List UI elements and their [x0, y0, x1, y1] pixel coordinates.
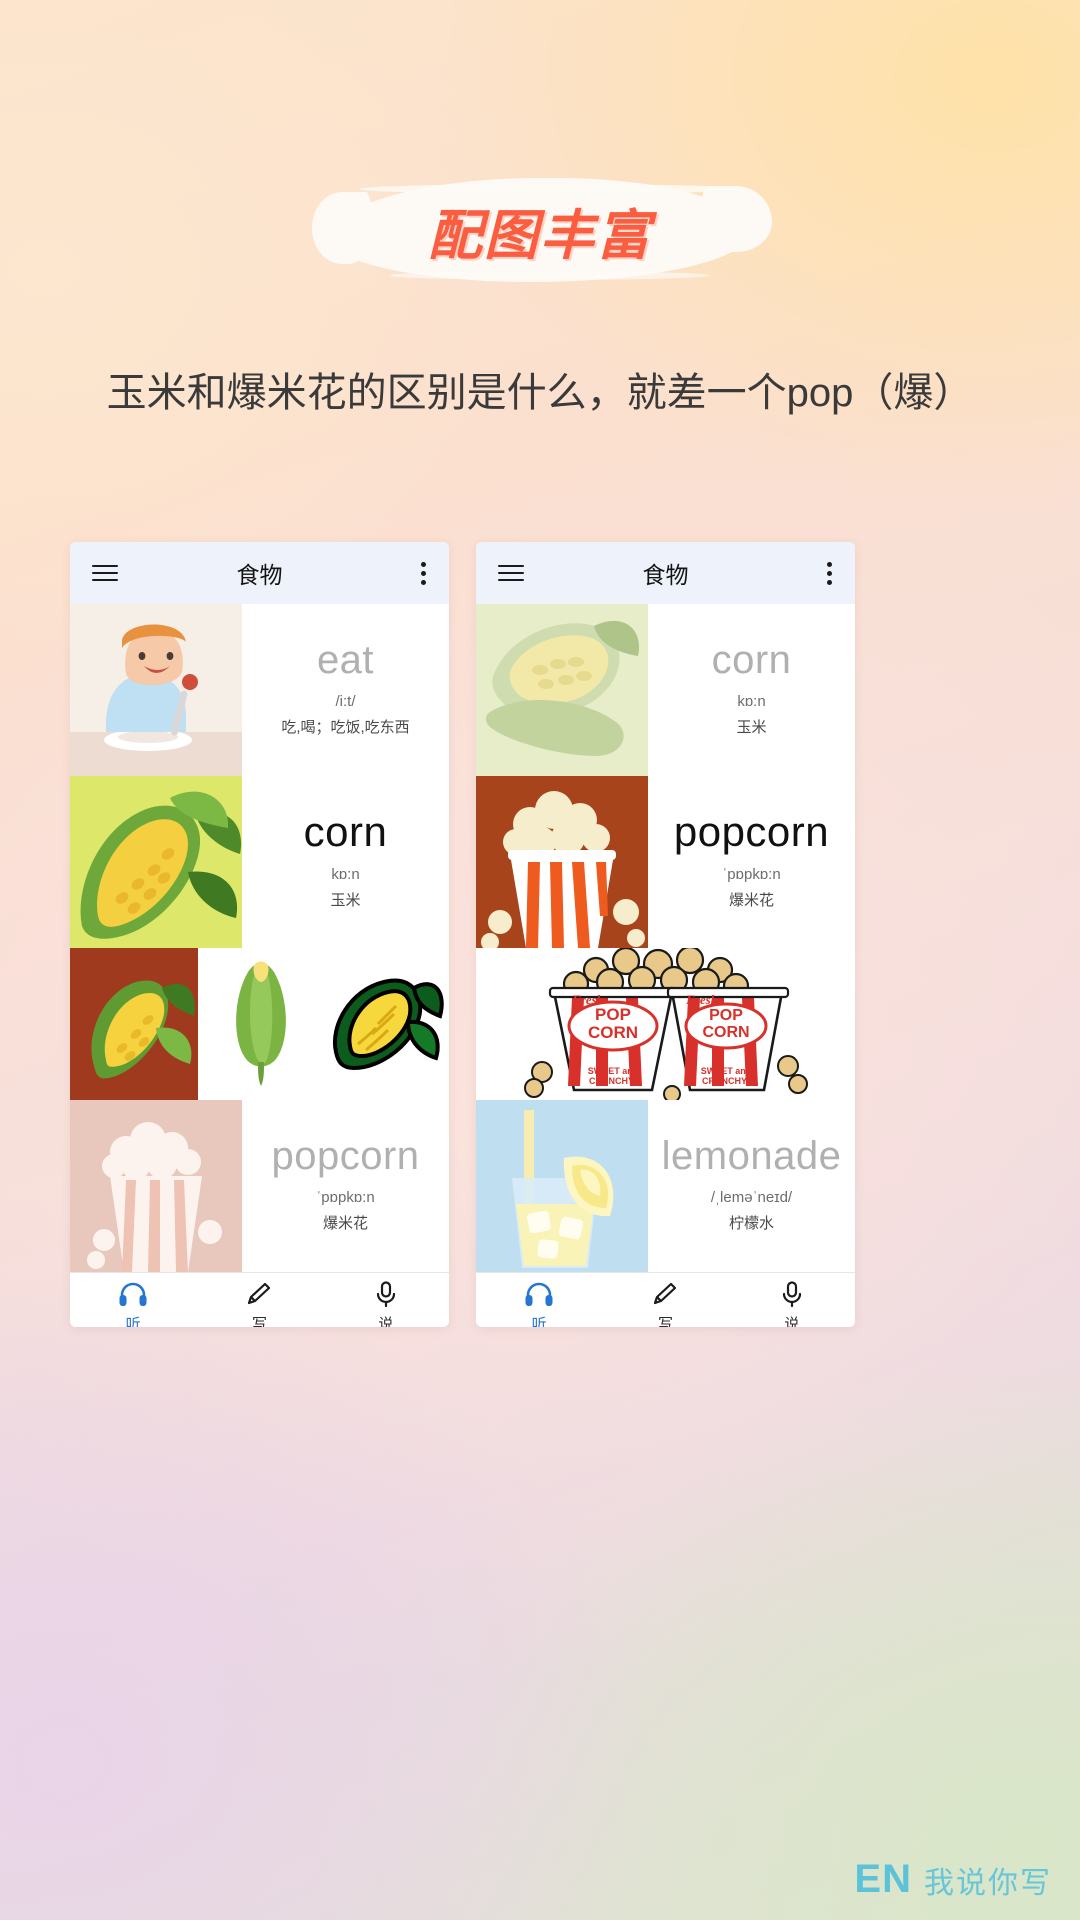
- phone-right: 食物 corn kɒ:n 玉米 popcorn ˈpɒpkɒ:n 爆米花 POP…: [476, 542, 855, 1327]
- phonetic-text: kɒ:n: [331, 866, 360, 884]
- microphone-icon: [780, 1281, 804, 1307]
- list-item[interactable]: eat /i:t/ 吃,喝；吃饭,吃东西: [70, 604, 449, 776]
- svg-text:CRUNCHY!: CRUNCHY!: [702, 1076, 750, 1086]
- kebab-menu-icon[interactable]: [827, 558, 833, 589]
- svg-text:POP: POP: [595, 1005, 631, 1024]
- headphones-icon: [524, 1281, 554, 1307]
- svg-text:CRUNCHY!: CRUNCHY!: [589, 1076, 637, 1086]
- word-list: corn kɒ:n 玉米 popcorn ˈpɒpkɒ:n 爆米花 POP CO…: [476, 604, 855, 1272]
- phonetic-text: /ˌleməˈneɪd/: [710, 1189, 793, 1206]
- corn-cob-icon: [70, 776, 242, 948]
- page-title: 配图丰富: [428, 205, 652, 266]
- app-bar: 食物: [476, 542, 855, 604]
- word-text: corn: [711, 638, 792, 682]
- banner-brush-stroke: 配图丰富: [312, 178, 772, 282]
- word-text: popcorn: [673, 807, 830, 855]
- translation-text: 玉米: [736, 719, 767, 736]
- word-info: corn kɒ:n 玉米: [242, 776, 449, 948]
- image-gallery[interactable]: POP CORN Fresh SWEET and CRUNCHY! POP CO…: [476, 948, 855, 1100]
- word-info: popcorn ˈpɒpkɒ:n 爆米花: [242, 1100, 449, 1272]
- nav-item-write[interactable]: 写: [196, 1281, 322, 1327]
- nav-item-listen[interactable]: 听: [476, 1281, 602, 1327]
- popcorn-fresh-bucket-icon[interactable]: POP CORN Fresh SWEET and CRUNCHY! POP CO…: [476, 948, 855, 1100]
- corn-cob-flat-icon[interactable]: [70, 948, 198, 1100]
- banner: 配图丰富: [0, 178, 1080, 282]
- nav-item-write[interactable]: 写: [602, 1281, 728, 1327]
- word-text: lemonade: [661, 1134, 842, 1178]
- app-bar-title: 食物: [236, 562, 283, 588]
- word-info: eat /i:t/ 吃,喝；吃饭,吃东西: [242, 604, 449, 776]
- subtitle-text: 玉米和爆米花的区别是什么，就差一个pop（爆）: [106, 371, 974, 415]
- phonetic-text: /i:t/: [335, 693, 356, 710]
- image-gallery[interactable]: [70, 948, 449, 1100]
- corn-pale-icon: [476, 604, 648, 776]
- microphone-icon: [374, 1281, 398, 1307]
- hamburger-icon[interactable]: [498, 560, 524, 586]
- app-bar: 食物: [70, 542, 449, 604]
- translation-text: 吃,喝；吃饭,吃东西: [281, 719, 410, 736]
- watermark: EN 我说你写: [854, 1857, 1052, 1902]
- word-info: corn kɒ:n 玉米: [648, 604, 855, 776]
- nav-item-speak[interactable]: 说: [729, 1281, 855, 1327]
- nav-label: 听: [125, 1316, 141, 1327]
- svg-text:SWEET and: SWEET and: [588, 1066, 639, 1076]
- word-list: eat /i:t/ 吃,喝；吃饭,吃东西 corn kɒ:n 玉米 popcor…: [70, 604, 449, 1272]
- popcorn-bucket-icon: [476, 776, 648, 948]
- nav-label: 写: [657, 1316, 673, 1327]
- translation-text: 爆米花: [728, 892, 774, 910]
- list-item[interactable]: popcorn ˈpɒpkɒ:n 爆米花: [476, 776, 855, 948]
- list-item[interactable]: corn kɒ:n 玉米: [70, 776, 449, 948]
- svg-text:Fresh: Fresh: [685, 992, 718, 1007]
- headphones-icon: [118, 1281, 148, 1307]
- phonetic-text: ˈpɒpkɒ:n: [316, 1189, 375, 1206]
- pencil-icon: [651, 1281, 679, 1307]
- phonetic-text: ˈpɒpkɒ:n: [722, 866, 781, 884]
- hamburger-icon[interactable]: [92, 560, 118, 586]
- svg-text:CORN: CORN: [588, 1023, 638, 1042]
- nav-label: 写: [251, 1316, 267, 1327]
- phone-screenshots: 食物 eat /i:t/ 吃,喝；吃饭,吃东西 corn kɒ:n 玉米 pop…: [70, 542, 855, 1327]
- translation-text: 柠檬水: [728, 1215, 774, 1232]
- list-item[interactable]: corn kɒ:n 玉米: [476, 604, 855, 776]
- watermark-brand-name: 我说你写: [924, 1866, 1052, 1900]
- nav-label: 说: [784, 1316, 800, 1327]
- nav-label: 听: [531, 1316, 547, 1327]
- boy-eating-icon: [70, 604, 242, 776]
- popcorn-pale-icon: [70, 1100, 242, 1272]
- translation-text: 玉米: [330, 892, 361, 910]
- svg-text:CORN: CORN: [702, 1024, 749, 1041]
- word-text: corn: [303, 807, 388, 855]
- list-item[interactable]: lemonade /ˌleməˈneɪd/ 柠檬水: [476, 1100, 855, 1272]
- list-item[interactable]: popcorn ˈpɒpkɒ:n 爆米花: [70, 1100, 449, 1272]
- kebab-menu-icon[interactable]: [421, 558, 427, 589]
- phonetic-text: kɒ:n: [737, 693, 766, 710]
- svg-text:POP: POP: [709, 1007, 743, 1024]
- word-text: popcorn: [271, 1134, 420, 1178]
- svg-text:Fresh: Fresh: [571, 992, 604, 1007]
- word-text: eat: [316, 638, 375, 682]
- bottom-nav: 听 写 说: [476, 1272, 855, 1327]
- pencil-icon: [245, 1281, 273, 1307]
- phone-left: 食物 eat /i:t/ 吃,喝；吃饭,吃东西 corn kɒ:n 玉米 pop…: [70, 542, 449, 1327]
- word-info: lemonade /ˌleməˈneɪd/ 柠檬水: [648, 1100, 855, 1272]
- svg-text:SWEET and: SWEET and: [701, 1066, 752, 1076]
- nav-label: 说: [378, 1316, 394, 1327]
- nav-item-speak[interactable]: 说: [323, 1281, 449, 1327]
- watermark-logo: EN: [854, 1857, 912, 1901]
- bottom-nav: 听 写 说: [70, 1272, 449, 1327]
- lemonade-glass-icon: [476, 1100, 648, 1272]
- translation-text: 爆米花: [322, 1215, 368, 1232]
- app-bar-title: 食物: [642, 562, 689, 588]
- word-info: popcorn ˈpɒpkɒ:n 爆米花: [648, 776, 855, 948]
- corn-husk-green-icon[interactable]: [198, 948, 324, 1100]
- nav-item-listen[interactable]: 听: [70, 1281, 196, 1327]
- corn-outline-icon[interactable]: [323, 948, 449, 1100]
- brush-streak-bottom: [390, 271, 710, 280]
